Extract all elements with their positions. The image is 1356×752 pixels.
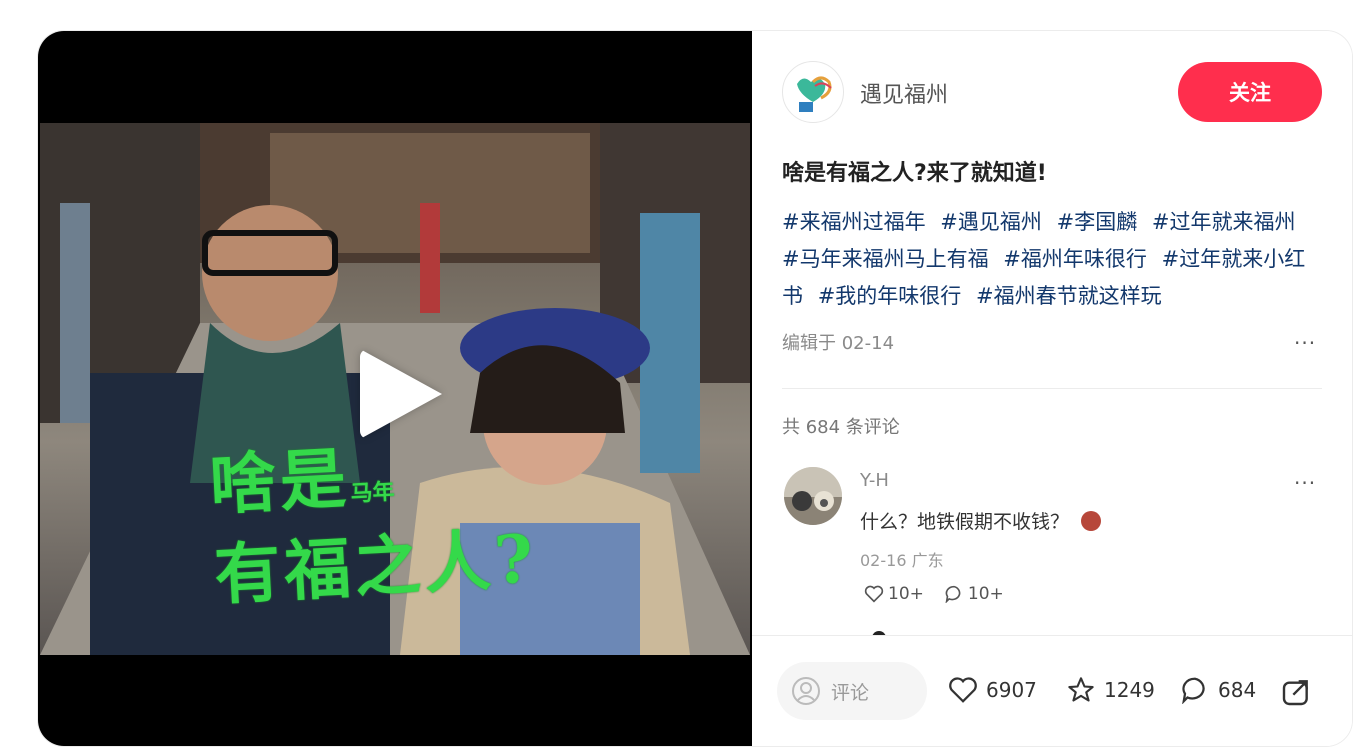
author-avatar[interactable] <box>782 61 844 123</box>
post-title: 啥是有福之人?来了就知道! <box>782 161 1047 186</box>
comment-input[interactable]: 评论 <box>777 662 927 720</box>
hashtag-link[interactable]: #过年就来福州 <box>1152 210 1296 234</box>
hashtag-link[interactable]: #我的年味很行 <box>818 284 962 308</box>
heart-icon <box>864 585 884 603</box>
comment-meta: 02-16 广东 <box>860 551 944 570</box>
edited-date: 编辑于 02-14 <box>782 333 895 354</box>
hashtag-link[interactable]: #马年来福州马上有福 <box>782 247 989 271</box>
like-count: 6907 <box>986 678 1037 702</box>
heart-icon <box>949 677 977 703</box>
play-icon[interactable] <box>360 349 442 439</box>
comment-placeholder: 评论 <box>831 681 870 704</box>
avatar[interactable] <box>784 467 842 525</box>
note-card: 啥是马年 有福之人? 遇见福州 关注 啥是有福之人?来了就知道! #来福州过福年… <box>38 31 1352 746</box>
hashtag-list: #来福州过福年 #遇见福州 #李国麟 #过年就来福州 #马年来福州马上有福 #福… <box>782 204 1327 315</box>
comment-text: 什么？地铁假期不收钱？ <box>860 507 1102 534</box>
video-player[interactable]: 啥是马年 有福之人? <box>38 31 752 746</box>
comment-actions: 10+ 10+ <box>864 584 1004 604</box>
share-button[interactable] <box>1280 676 1312 708</box>
share-icon <box>1282 680 1308 706</box>
comment-reply-count: 10+ <box>967 584 1004 604</box>
user-icon <box>792 677 820 705</box>
hashtag-link[interactable]: #李国麟 <box>1057 210 1138 234</box>
hashtag-link[interactable]: #福州春节就这样玩 <box>976 284 1162 308</box>
post-more-icon[interactable]: ··· <box>1294 331 1316 355</box>
comment-total: 684 <box>1218 678 1257 702</box>
hashtag-link[interactable]: #福州年味很行 <box>1003 247 1147 271</box>
author-name[interactable]: 遇见福州 <box>860 77 948 109</box>
follow-button[interactable]: 关注 <box>1178 62 1322 122</box>
comment-icon <box>1182 677 1205 704</box>
hashtag-link[interactable]: #遇见福州 <box>940 210 1042 234</box>
cats-avatar-image <box>784 467 842 525</box>
emoji-icon <box>1081 511 1102 531</box>
comment-button[interactable]: 684 <box>1180 676 1256 704</box>
author-logo-icon <box>797 76 832 112</box>
comment-username[interactable]: Y-H <box>860 470 889 491</box>
video-overlay-title: 啥是马年 有福之人? <box>207 439 539 615</box>
collect-count: 1249 <box>1104 678 1155 702</box>
comment-icon <box>945 585 961 603</box>
divider <box>782 388 1322 389</box>
comment-like-count: 10+ <box>888 584 924 604</box>
star-icon <box>1068 677 1094 702</box>
comment-reply-button[interactable]: 10+ <box>944 584 1004 604</box>
note-detail-panel: 遇见福州 关注 啥是有福之人?来了就知道! #来福州过福年 #遇见福州 #李国麟… <box>752 31 1352 746</box>
hashtag-link[interactable]: #来福州过福年 <box>782 210 926 234</box>
collect-button[interactable]: 1249 <box>1066 676 1155 704</box>
like-button[interactable]: 6907 <box>948 676 1037 704</box>
comment-like-button[interactable]: 10+ <box>864 584 924 604</box>
bottom-action-bar: 评论 6907 1249 684 <box>752 635 1352 746</box>
comment-more-icon[interactable]: ··· <box>1294 471 1316 495</box>
comment-count: 共 684 条评论 <box>782 417 900 438</box>
